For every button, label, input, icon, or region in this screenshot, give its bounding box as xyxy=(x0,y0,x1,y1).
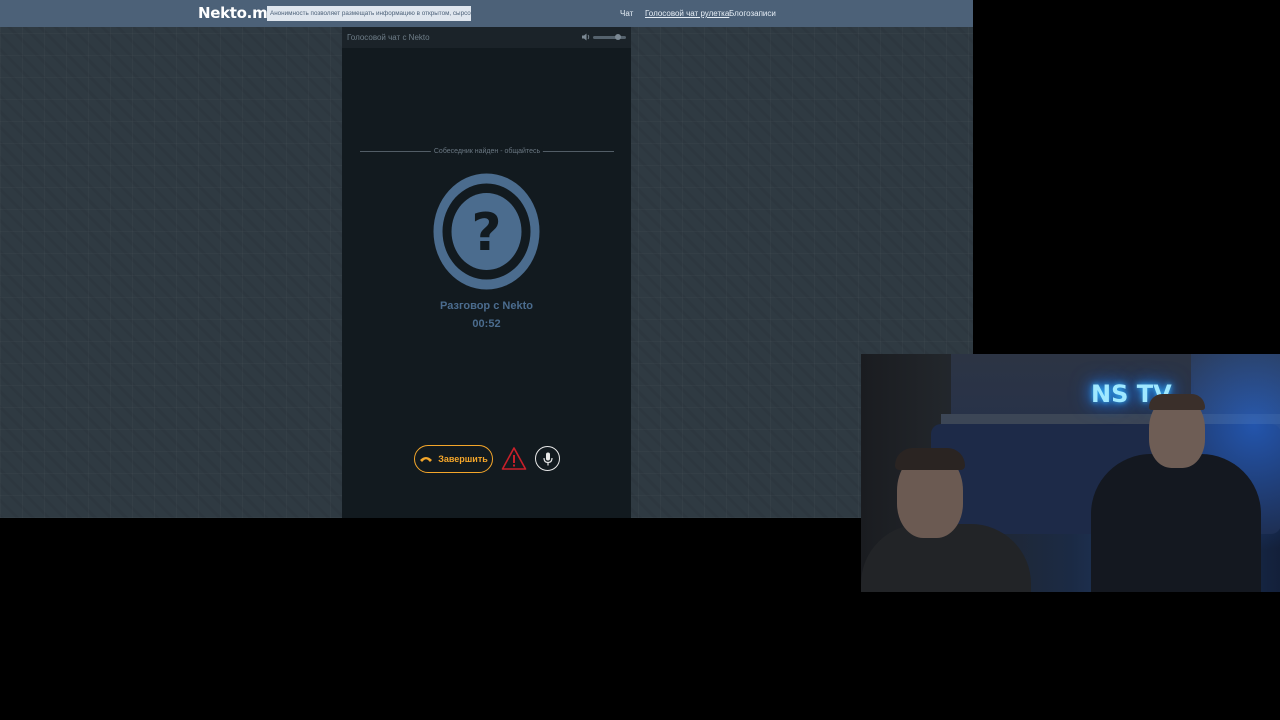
volume-slider-handle[interactable] xyxy=(614,34,621,40)
nav-link-voice-roulette[interactable]: Голосовой чат рулетка xyxy=(645,9,729,18)
panel-header: Голосовой чат с Nekto xyxy=(342,27,631,48)
website-viewport: Nekto.me Анонимность позволяет размещать… xyxy=(0,0,973,518)
webcam-person-right xyxy=(1091,454,1261,592)
panel-title: Голосовой чат с Nekto xyxy=(347,33,430,42)
end-call-button[interactable]: Завершить xyxy=(414,445,493,473)
end-call-label: Завершить xyxy=(438,454,488,464)
speaker-icon[interactable] xyxy=(581,32,591,42)
volume-slider[interactable] xyxy=(593,36,626,39)
top-navigation-bar: Nekto.me Анонимность позволяет размещать… xyxy=(0,0,973,27)
streamer-webcam-overlay: NS TV xyxy=(861,354,1280,592)
question-mark-icon: ? xyxy=(433,173,540,290)
call-title: Разговор с Nekto xyxy=(440,300,533,312)
site-logo[interactable]: Nekto.me xyxy=(198,4,278,22)
nav-link-chat[interactable]: Чат xyxy=(620,9,633,18)
hang-up-phone-icon xyxy=(420,457,433,462)
svg-text:?: ? xyxy=(471,203,501,263)
webcam-person-right-hair xyxy=(1149,394,1205,410)
microphone-icon xyxy=(542,452,553,465)
microphone-button[interactable] xyxy=(535,446,560,471)
webcam-person-left-hair xyxy=(895,448,965,470)
status-text: Собеседник найден - общайтесь xyxy=(430,146,544,158)
nav-link-blog[interactable]: Блогозаписи xyxy=(729,9,776,18)
warning-triangle-icon[interactable] xyxy=(501,446,527,471)
connection-status: Собеседник найден - общайтесь xyxy=(360,146,614,158)
call-timer: 00:52 xyxy=(472,318,501,330)
voice-chat-panel: Голосовой чат с Nekto Собеседник найден … xyxy=(342,27,631,518)
anonymity-notice: Анонимность позволяет размещать информац… xyxy=(267,6,471,21)
